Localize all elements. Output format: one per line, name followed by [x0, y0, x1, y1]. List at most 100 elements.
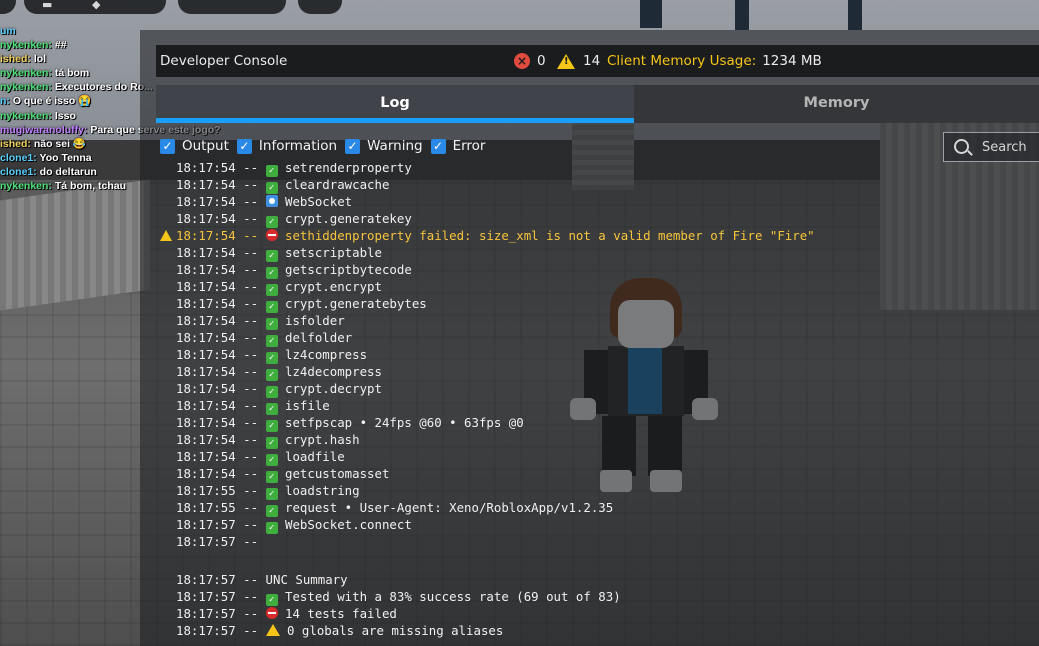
log-entry: 18:17:54 -- ✓ setfpscap • 24fps @60 • 63… — [176, 415, 524, 432]
log-message: crypt.hash — [285, 432, 360, 447]
log-message: crypt.decrypt — [285, 381, 382, 396]
chat-username[interactable]: clone1: — [0, 152, 37, 164]
no-entry-icon — [265, 229, 278, 241]
log-timestamp: 18:17:54 — [176, 330, 236, 345]
log-message: setscriptable — [285, 245, 382, 260]
log-entry: 18:17:54 -- WebSocket — [176, 194, 353, 209]
mic-icon: ◆ — [92, 0, 101, 11]
chat-message: clone1: do deltarun — [0, 165, 160, 179]
chat-icon: ▬ — [42, 0, 53, 11]
chat-username[interactable]: clone1: — [0, 166, 37, 178]
log-message: lz4decompress — [285, 364, 382, 379]
filter-warning-label: Warning — [367, 138, 423, 154]
chat-username[interactable]: mugiwaranoluffy: — [0, 124, 88, 136]
checkbox-error[interactable]: ✓ — [430, 138, 446, 154]
log-message: isfile — [285, 398, 330, 413]
log-entry: 18:17:55 -- ✓ request • User-Agent: Xeno… — [176, 500, 614, 517]
log-message: delfolder — [285, 330, 353, 345]
chat-username[interactable]: nykenken: — [0, 67, 52, 79]
chat-text: ## — [51, 39, 67, 52]
log-entry: 18:17:54 -- ✓ getscriptbytecode — [176, 262, 412, 279]
log-entry: 18:17:57 -- — [176, 534, 266, 549]
chat-username[interactable]: ished: — [0, 138, 31, 150]
chat-username[interactable]: nykenken: — [0, 39, 52, 51]
console-titlebar[interactable]: Developer Console × 0 ! 14 Client Memory… — [156, 45, 1039, 77]
tab-log[interactable]: Log — [156, 85, 634, 123]
developer-console: Developer Console × 0 ! 14 Client Memory… — [140, 30, 1039, 646]
error-count-value: 0 — [537, 53, 546, 69]
checkbox-information[interactable]: ✓ — [236, 138, 252, 154]
wall-left — [0, 179, 150, 311]
more-button[interactable] — [298, 0, 342, 14]
log-timestamp: 18:17:54 — [176, 245, 236, 260]
filter-error[interactable]: ✓ Error — [430, 138, 486, 154]
chat-username[interactable]: n: — [0, 95, 10, 107]
log-timestamp: 18:17:57 — [176, 572, 236, 587]
chat-username[interactable]: ished: — [0, 53, 31, 65]
chat-username[interactable]: nykenken: — [0, 180, 52, 192]
log-timestamp: 18:17:54 — [176, 398, 236, 413]
warning-count[interactable]: ! 14 — [557, 53, 600, 69]
no-entry-icon — [265, 607, 278, 619]
console-title: Developer Console — [160, 53, 288, 69]
log-output[interactable]: 18:17:54 -- ✓ setrenderproperty 18:17:54 … — [160, 163, 1030, 641]
search-input[interactable]: Search — [943, 132, 1039, 162]
active-tab-indicator — [156, 118, 634, 123]
checkbox-warning[interactable]: ✓ — [345, 138, 361, 154]
log-timestamp: 18:17:54 — [176, 449, 236, 464]
log-timestamp: 18:17:57 — [176, 623, 236, 638]
chat-username[interactable]: nykenken: — [0, 110, 52, 122]
log-message: sethiddenproperty failed: size_xml is no… — [285, 228, 815, 243]
search-placeholder: Search — [982, 140, 1027, 155]
log-message: Tested with a 83% success rate (69 out o… — [285, 589, 621, 604]
log-entry: 18:17:54 -- ✓ setrenderproperty — [160, 163, 412, 177]
filter-output[interactable]: ✓ Output — [160, 138, 229, 154]
log-message: UNC Summary — [265, 572, 348, 587]
log-message: WebSocket.connect — [285, 517, 412, 532]
log-timestamp: 18:17:54 — [176, 432, 236, 447]
chat-message: nykenken: Isso — [0, 109, 160, 123]
chat-message: ished: lol — [0, 52, 160, 66]
filter-information[interactable]: ✓ Information — [236, 138, 338, 154]
log-message: getscriptbytecode — [285, 262, 412, 277]
log-timestamp: 18:17:54 — [176, 415, 236, 430]
chat-text: não sei 😂 — [30, 137, 87, 150]
log-entry: 18:17:57 -- 14 tests failed — [176, 606, 397, 621]
warning-icon: ! — [557, 53, 575, 69]
chat-message: nykenken: Tá bom, tchau — [0, 179, 160, 193]
chat-message: nykenken: ## — [0, 38, 160, 52]
log-message: loadfile — [285, 449, 345, 464]
log-timestamp: 18:17:54 — [176, 296, 236, 311]
log-entry: 18:17:54 -- sethiddenproperty failed: si… — [160, 227, 815, 244]
filter-warning[interactable]: ✓ Warning — [345, 138, 423, 154]
chat-text: Isso — [51, 109, 76, 122]
filter-information-label: Information — [258, 138, 338, 154]
tab-memory[interactable]: Memory — [634, 85, 1039, 123]
memory-usage: Client Memory Usage: 1234 MB — [607, 53, 822, 69]
error-count[interactable]: × 0 — [514, 53, 546, 69]
log-message: isfolder — [285, 313, 345, 328]
log-message: crypt.generatekey — [285, 211, 412, 226]
log-message: lz4compress — [285, 347, 368, 362]
warning-count-value: 14 — [583, 53, 601, 69]
background-structure — [848, 0, 862, 30]
log-message: crypt.encrypt — [285, 279, 382, 294]
chat-username[interactable]: um — [0, 25, 16, 37]
memory-value: 1234 MB — [762, 53, 822, 69]
chat-text: Tá bom, tchau — [51, 180, 127, 193]
chat-message: nykenken: Executores do Ro... — [0, 80, 160, 94]
toolbar-button[interactable] — [178, 0, 286, 14]
websocket-icon — [265, 195, 278, 207]
chat-log: um nykenken: ## ished: lol nykenken: tá bom… — [0, 24, 221, 193]
background-structure — [735, 0, 749, 30]
log-message: getcustomasset — [285, 466, 390, 481]
checkbox-output[interactable]: ✓ — [160, 138, 175, 154]
log-timestamp: 18:17:57 — [176, 534, 236, 549]
chat-text: do deltarun — [36, 165, 97, 178]
chat-username[interactable]: nykenken: — [0, 81, 52, 93]
filter-error-label: Error — [452, 138, 486, 154]
search-icon — [954, 139, 969, 154]
log-entry: 18:17:54 -- ✓ isfolder — [176, 313, 345, 330]
log-timestamp: 18:17:54 — [176, 228, 236, 243]
chat-toolbar-button[interactable]: ▬ ◆ — [24, 0, 166, 14]
